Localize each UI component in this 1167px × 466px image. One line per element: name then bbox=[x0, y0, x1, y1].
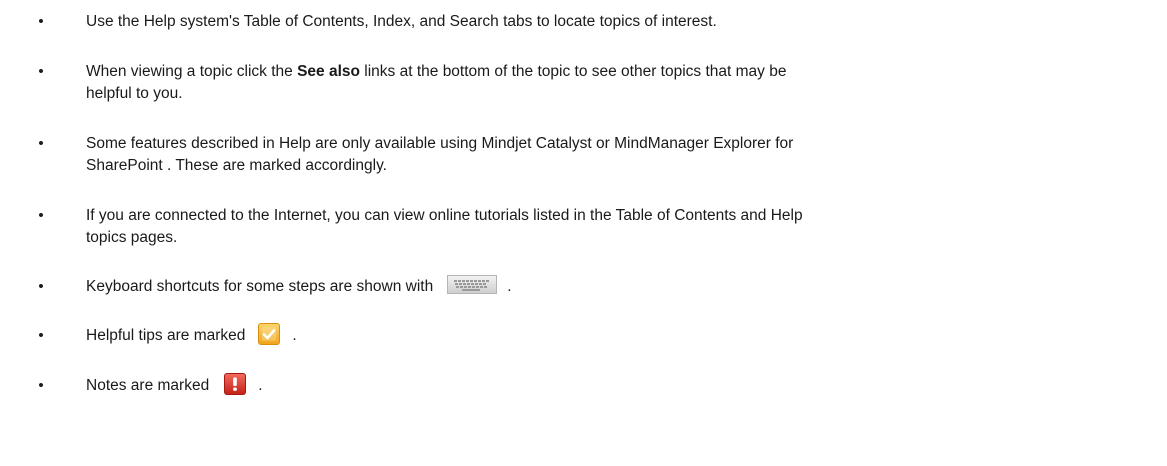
list-item-text: Keyboard shortcuts for some steps are sh… bbox=[86, 275, 1156, 298]
bullet: • bbox=[38, 207, 44, 224]
list-item-text: When viewing a topic click the See also … bbox=[86, 63, 787, 102]
list-item-text: Use the Help system's Table of Contents,… bbox=[86, 13, 717, 30]
checkmark-tip-icon bbox=[258, 323, 281, 345]
list-item-text: Helpful tips are marked . bbox=[86, 323, 1156, 347]
list-item-text: Notes are marked . bbox=[86, 373, 1156, 397]
exclamation-note-icon bbox=[224, 373, 247, 395]
bullet: • bbox=[38, 278, 44, 295]
bullet: • bbox=[38, 135, 44, 152]
bullet: • bbox=[38, 63, 44, 80]
list-item-text: Some features described in Help are only… bbox=[86, 135, 794, 174]
keyboard-icon bbox=[447, 275, 498, 295]
see-also-emphasis: See also bbox=[297, 63, 360, 80]
bullet: • bbox=[38, 13, 44, 30]
bullet: • bbox=[38, 327, 44, 344]
bullet: • bbox=[38, 377, 44, 394]
list-item-text: If you are connected to the Internet, yo… bbox=[86, 207, 803, 246]
